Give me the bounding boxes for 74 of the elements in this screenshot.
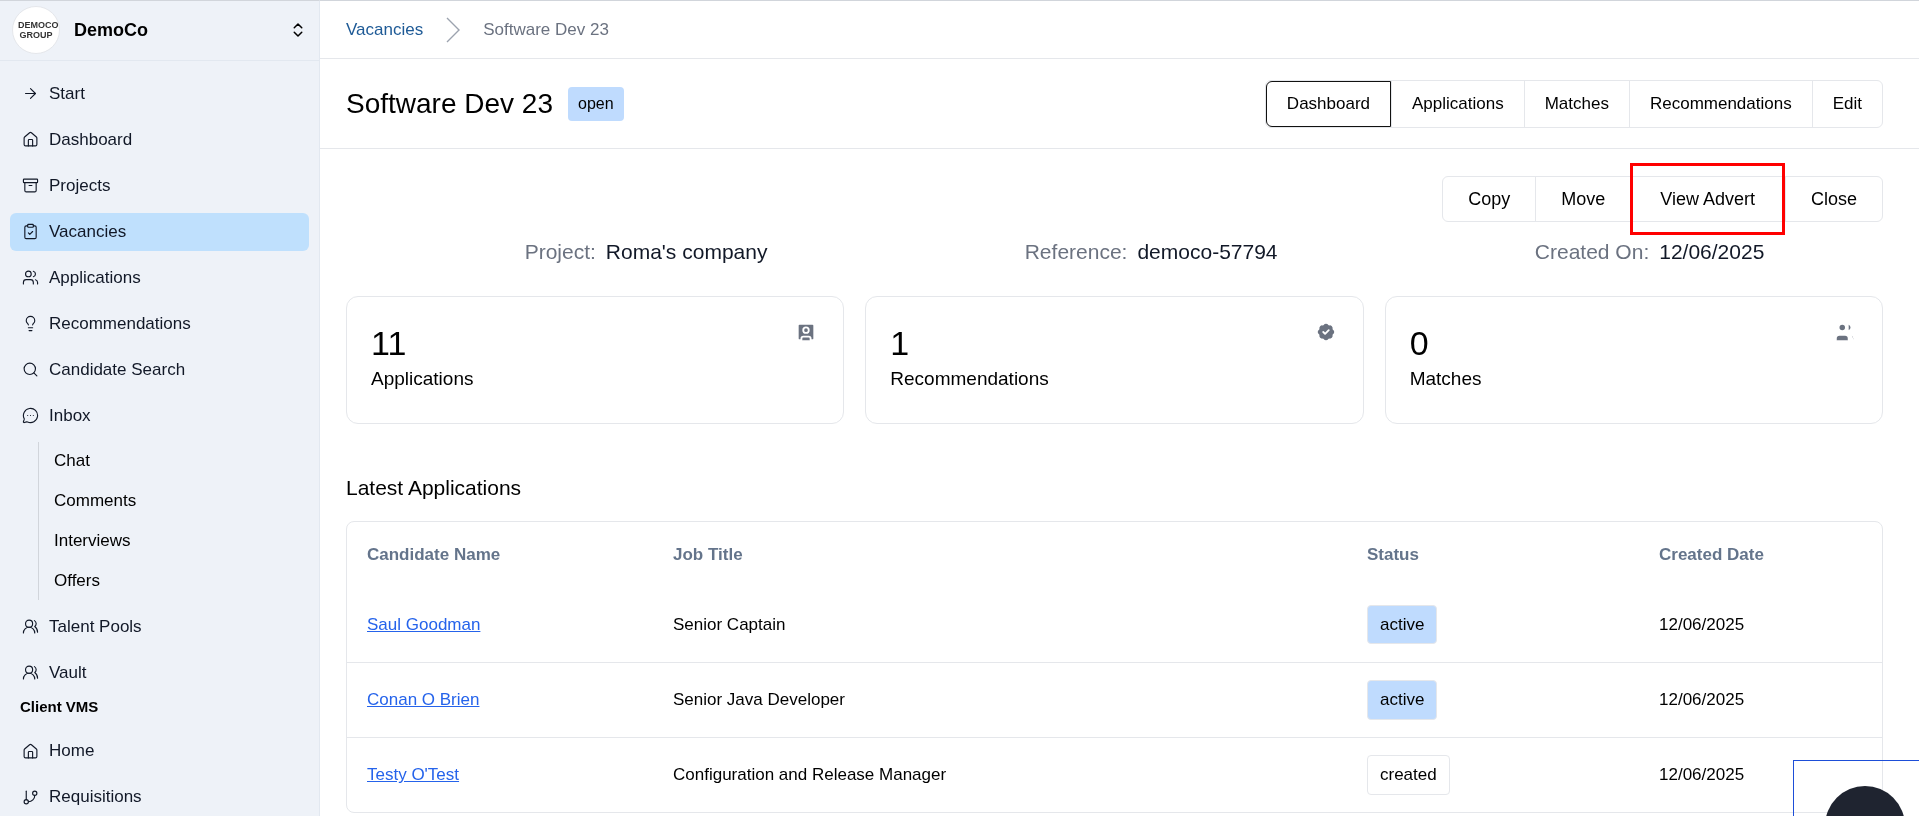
sidebar-item[interactable]: Home xyxy=(10,732,309,770)
meta-label: Project: xyxy=(524,239,596,265)
sidebar-subitem[interactable]: Comments xyxy=(40,481,309,520)
stat-label: Applications xyxy=(371,366,474,391)
tray-icon xyxy=(22,177,39,194)
group-icon xyxy=(22,618,39,635)
home-icon xyxy=(22,131,39,148)
meta-label: Created On: xyxy=(1534,239,1650,265)
sidebar-item[interactable]: Dashboard xyxy=(10,120,309,159)
chevron-right-icon xyxy=(445,15,462,44)
status-badge: active xyxy=(1367,680,1438,720)
tab[interactable]: Recommendations xyxy=(1628,80,1812,127)
stat-value: 0 xyxy=(1409,322,1429,363)
table-cell-text: 12/06/2025 xyxy=(1659,764,1746,787)
table-cell-text: Senior Captain xyxy=(673,613,787,636)
people-icon xyxy=(22,269,39,286)
column-header: Status xyxy=(1367,543,1420,566)
clipboard-check-icon xyxy=(22,223,39,240)
section-heading: Client VMS xyxy=(19,696,100,717)
chat-bubble-icon xyxy=(22,407,39,424)
company-name: DemoCo xyxy=(74,18,149,42)
column-header: Candidate Name xyxy=(367,543,502,566)
action-button[interactable]: View Advert xyxy=(1635,177,1780,221)
sidebar-subitem[interactable]: Chat xyxy=(40,441,309,480)
status-badge: open xyxy=(568,86,624,121)
table-cell-text: 12/06/2025 xyxy=(1659,689,1746,712)
tab[interactable]: Edit xyxy=(1811,80,1882,127)
sidebar-item[interactable]: Requisitions xyxy=(10,778,309,816)
search-icon xyxy=(22,361,39,378)
column-header: Created Date xyxy=(1659,543,1765,566)
meta-value: 12/06/2025 xyxy=(1659,239,1765,265)
sidebar-subitem[interactable]: Interviews xyxy=(40,521,309,560)
section-title: Latest Applications xyxy=(346,474,523,501)
meta-label: Reference: xyxy=(1024,239,1128,265)
stat-label: Recommendations xyxy=(890,366,1049,391)
sidebar-item[interactable]: Start xyxy=(10,74,309,113)
candidate-link[interactable]: Saul Goodman xyxy=(367,614,481,634)
action-button[interactable]: Copy xyxy=(1443,177,1536,221)
candidate-link[interactable]: Conan O Brien xyxy=(367,690,480,710)
table-cell-text: 12/06/2025 xyxy=(1659,613,1746,636)
sidebar-item[interactable]: Projects xyxy=(10,166,309,205)
table-cell-text: Configuration and Release Manager xyxy=(673,764,948,787)
breadcrumb-link[interactable]: Vacancies xyxy=(346,16,424,43)
sidebar-item[interactable]: Inbox xyxy=(10,396,309,435)
sidebar-item[interactable]: Vacancies xyxy=(10,212,309,251)
meta-value: Roma's company xyxy=(605,239,768,265)
sidebar-item[interactable]: Candidate Search xyxy=(10,350,309,389)
tab[interactable]: Dashboard xyxy=(1265,80,1392,127)
tab[interactable]: Matches xyxy=(1523,80,1629,127)
page-title: Software Dev 23 xyxy=(346,86,553,121)
stat-label: Matches xyxy=(1409,366,1482,391)
action-button[interactable]: Move xyxy=(1535,177,1631,221)
status-badge: created xyxy=(1367,755,1450,795)
sidebar-item[interactable]: Vault xyxy=(10,653,309,692)
sidebar-subitem[interactable]: Offers xyxy=(40,561,309,600)
company-logo: DEMOCO GROUP xyxy=(12,6,60,55)
sidebar-item[interactable]: Recommendations xyxy=(10,304,309,343)
arrow-right-icon xyxy=(22,85,39,102)
table-cell-text: Senior Java Developer xyxy=(673,689,846,712)
home-icon xyxy=(22,742,39,760)
group-icon xyxy=(22,664,39,681)
column-header: Job Title xyxy=(673,543,744,566)
breadcrumb-current: Software Dev 23 xyxy=(483,18,609,41)
meta-value: democo-57794 xyxy=(1137,239,1278,265)
stat-value: 11 xyxy=(371,322,407,363)
branch-icon xyxy=(22,788,39,806)
check-badge-icon xyxy=(1314,320,1337,343)
action-button[interactable]: Close xyxy=(1784,177,1882,221)
status-badge: active xyxy=(1367,604,1438,645)
candidate-link[interactable]: Testy O'Test xyxy=(367,765,460,785)
stat-value: 1 xyxy=(890,322,910,363)
tab[interactable]: Applications xyxy=(1391,80,1524,127)
sidebar-item[interactable]: Talent Pools xyxy=(10,607,309,646)
sidebar-item[interactable]: Applications xyxy=(10,258,309,297)
